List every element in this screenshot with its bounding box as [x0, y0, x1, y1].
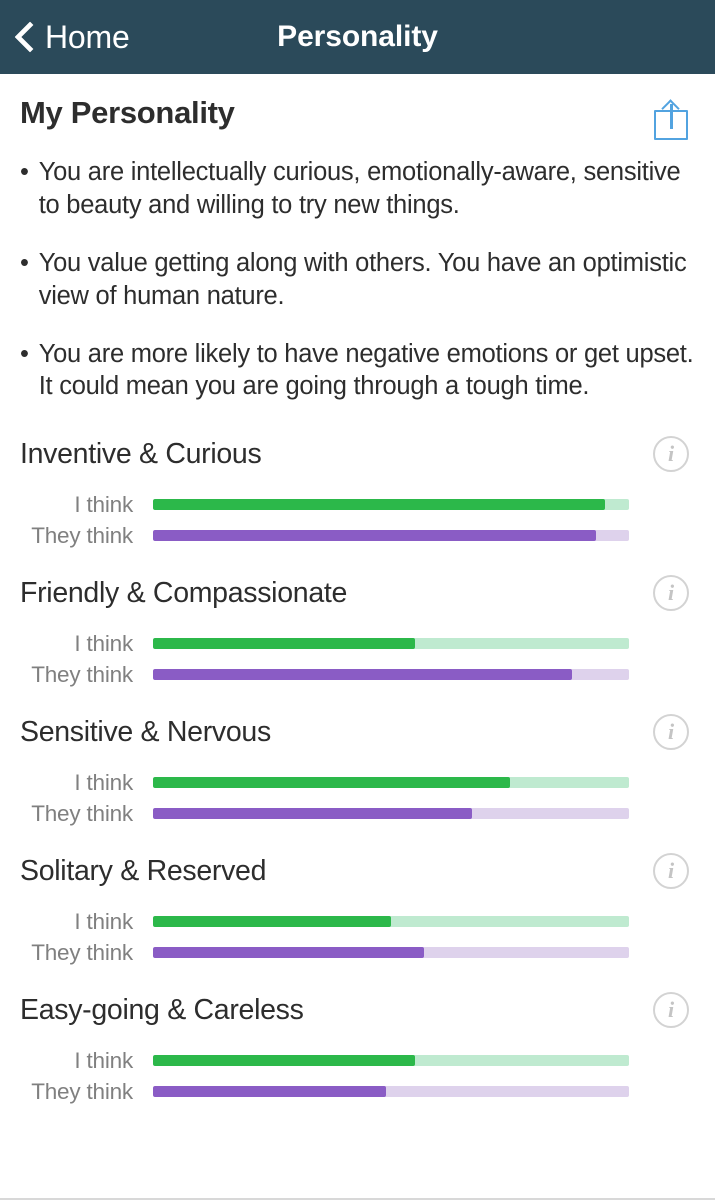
info-icon-glyph: i	[667, 997, 675, 1023]
trait-item: Friendly & Compassionate i I think They thi…	[20, 567, 695, 704]
chevron-left-icon	[14, 20, 36, 54]
self-bar-row: I think	[20, 906, 695, 937]
trait-header: Sensitive & Nervous i	[20, 706, 695, 758]
page-head: My Personality	[20, 74, 695, 140]
self-bar-label: I think	[74, 1047, 133, 1073]
bullet-marker: •	[20, 158, 29, 186]
others-bar-label: They think	[31, 522, 133, 548]
bullet-marker: •	[20, 248, 29, 277]
self-bar-label: I think	[74, 908, 133, 934]
others-bar-label: They think	[31, 661, 133, 687]
trait-name: Inventive & Curious	[20, 437, 262, 470]
self-bar-fill	[153, 777, 510, 789]
self-bar-fill	[153, 638, 415, 650]
bullet-text: You are more likely to have negative emo…	[38, 339, 694, 401]
others-bar-track	[153, 530, 629, 542]
navigation-bar: Home Personality	[0, 0, 715, 74]
self-bar-track	[153, 777, 629, 789]
page-title: My Personality	[20, 95, 235, 130]
trait-bars: I think They think	[20, 1036, 695, 1121]
others-bar-label: They think	[31, 1078, 133, 1104]
others-bar-row: They think	[20, 659, 695, 690]
self-bar-row: I think	[20, 1045, 695, 1076]
trait-bars: I think They think	[20, 619, 695, 704]
info-icon-glyph: i	[667, 580, 675, 606]
info-icon[interactable]: i	[653, 575, 689, 612]
bullet-text: You value getting along with others. You…	[38, 248, 687, 310]
summary-bullet: • You value getting along with others. Yo…	[20, 247, 695, 313]
self-bar-track	[153, 1055, 629, 1067]
info-icon[interactable]: i	[653, 436, 689, 473]
others-bar-label: They think	[31, 800, 133, 826]
others-bar-fill	[153, 530, 596, 542]
summary-bullet: • You are intellectually curious, emotion…	[20, 156, 695, 222]
trait-item: Inventive & Curious i I think They think	[20, 428, 695, 565]
self-bar-row: I think	[20, 489, 695, 520]
summary-bullet: • You are more likely to have negative em…	[20, 338, 695, 404]
self-bar-fill	[153, 916, 391, 928]
self-bar-track	[153, 916, 629, 928]
trait-name: Easy-going & Careless	[20, 993, 304, 1026]
trait-item: Easy-going & Careless i I think They think	[20, 984, 695, 1121]
content-area: My Personality • You are intellectually c…	[0, 74, 715, 1200]
info-icon[interactable]: i	[653, 992, 689, 1029]
others-bar-track	[153, 808, 629, 820]
self-bar-label: I think	[74, 491, 133, 517]
back-button-label: Home	[45, 19, 130, 55]
others-bar-track	[153, 1086, 629, 1098]
personality-screen: Home Personality My Personality • You are…	[0, 0, 715, 1200]
self-bar-row: I think	[20, 767, 695, 798]
trait-bars: I think They think	[20, 758, 695, 843]
info-icon-glyph: i	[667, 441, 675, 467]
others-bar-fill	[153, 669, 572, 681]
trait-bars: I think They think	[20, 480, 695, 565]
info-icon[interactable]: i	[653, 714, 689, 751]
self-bar-label: I think	[74, 630, 133, 656]
others-bar-track	[153, 669, 629, 681]
others-bar-fill	[153, 1086, 387, 1098]
self-bar-track	[153, 499, 629, 511]
info-icon[interactable]: i	[653, 853, 689, 890]
trait-name: Friendly & Compassionate	[20, 576, 348, 609]
summary-bullet-list: • You are intellectually curious, emotion…	[20, 156, 695, 403]
others-bar-fill	[153, 808, 472, 820]
self-bar-fill	[153, 499, 606, 511]
trait-list: Inventive & Curious i I think They think Fri…	[20, 428, 695, 1121]
others-bar-row: They think	[20, 937, 695, 968]
trait-header: Inventive & Curious i	[20, 428, 695, 480]
others-bar-row: They think	[20, 798, 695, 829]
trait-header: Friendly & Compassionate i	[20, 567, 695, 619]
trait-name: Solitary & Reserved	[20, 854, 267, 887]
self-bar-track	[153, 638, 629, 650]
self-bar-label: I think	[74, 769, 133, 795]
share-icon[interactable]	[654, 98, 688, 140]
trait-name: Sensitive & Nervous	[20, 715, 271, 748]
bullet-text: You are intellectually curious, emotiona…	[38, 158, 681, 219]
others-bar-row: They think	[20, 1076, 695, 1107]
others-bar-label: They think	[31, 939, 133, 965]
back-button[interactable]: Home	[0, 20, 130, 54]
others-bar-fill	[153, 947, 425, 959]
info-icon-glyph: i	[667, 858, 675, 884]
info-icon-glyph: i	[667, 719, 675, 745]
bullet-marker: •	[20, 339, 29, 368]
self-bar-row: I think	[20, 628, 695, 659]
others-bar-row: They think	[20, 520, 695, 551]
trait-item: Sensitive & Nervous i I think They think	[20, 706, 695, 843]
trait-header: Solitary & Reserved i	[20, 845, 695, 897]
others-bar-track	[153, 947, 629, 959]
self-bar-fill	[153, 1055, 415, 1067]
trait-header: Easy-going & Careless i	[20, 984, 695, 1036]
trait-item: Solitary & Reserved i I think They think	[20, 845, 695, 982]
trait-bars: I think They think	[20, 897, 695, 982]
